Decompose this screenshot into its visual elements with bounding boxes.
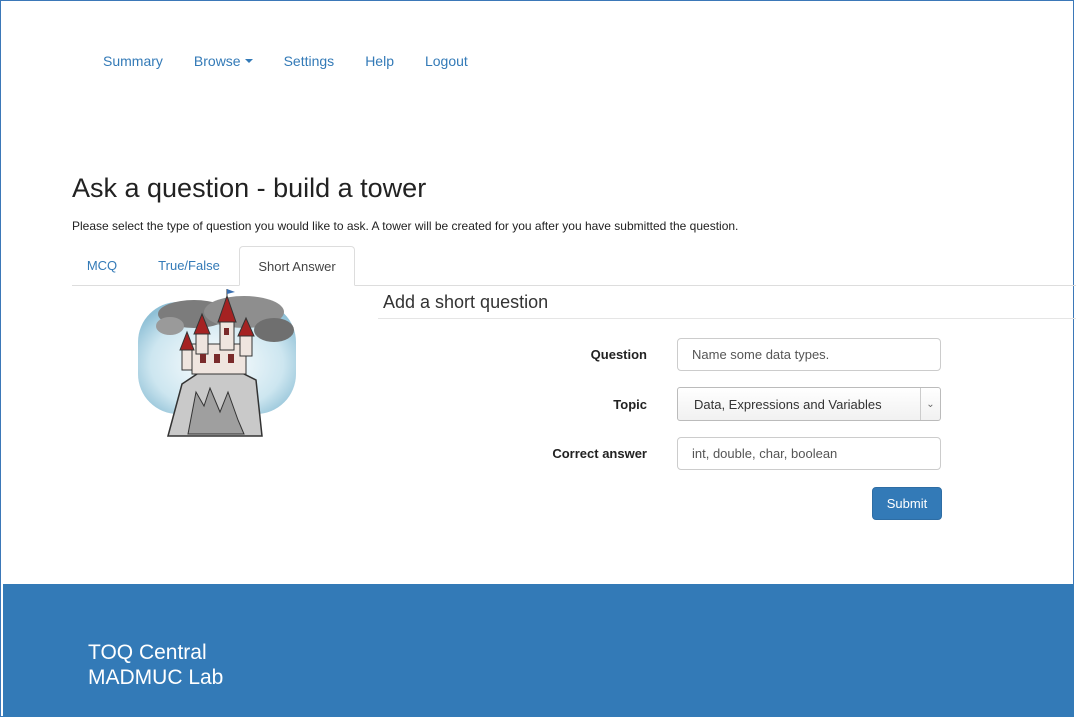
- top-nav: Summary Browse Settings Help Logout: [103, 53, 499, 69]
- footer-lab: MADMUC Lab: [88, 666, 224, 689]
- correct-answer-label: Correct answer: [552, 446, 647, 461]
- nav-settings[interactable]: Settings: [284, 53, 335, 69]
- form-heading-divider: [378, 318, 1076, 319]
- question-input[interactable]: [677, 338, 941, 371]
- nav-logout[interactable]: Logout: [425, 53, 468, 69]
- footer: TOQ Central MADMUC Lab: [3, 584, 1074, 717]
- question-label: Question: [590, 347, 647, 362]
- page-intro: Please select the type of question you w…: [72, 219, 739, 233]
- correct-answer-input[interactable]: [677, 437, 941, 470]
- topic-selected-value: Data, Expressions and Variables: [694, 397, 882, 412]
- nav-help[interactable]: Help: [365, 53, 394, 69]
- castle-tower-image: [138, 289, 296, 437]
- footer-title: TOQ Central: [88, 641, 207, 664]
- tab-mcq[interactable]: MCQ: [78, 246, 126, 286]
- form-heading: Add a short question: [383, 292, 549, 312]
- nav-browse-label: Browse: [193, 53, 241, 69]
- topic-select[interactable]: Data, Expressions and Variables ⌄: [677, 387, 941, 421]
- nav-browse[interactable]: Browse: [194, 53, 253, 69]
- question-type-tabs: MCQ True/False Short Answer: [72, 246, 1076, 286]
- tab-true-false[interactable]: True/False: [148, 246, 230, 286]
- tab-short-answer[interactable]: Short Answer: [239, 246, 355, 286]
- nav-summary[interactable]: Summary: [103, 53, 163, 69]
- topic-label: Topic: [613, 397, 647, 412]
- page-title: Ask a question - build a tower: [72, 173, 427, 203]
- caret-down-icon: [244, 59, 253, 63]
- chevron-down-icon: ⌄: [920, 388, 940, 420]
- submit-button[interactable]: Submit: [872, 487, 942, 520]
